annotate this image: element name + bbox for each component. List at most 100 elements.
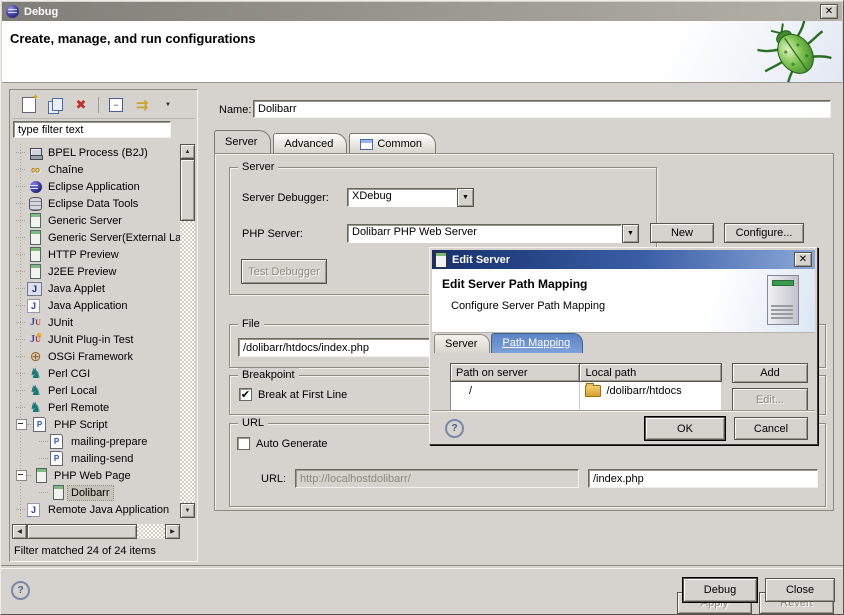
- dialog-button-bar: OK Cancel: [432, 410, 815, 444]
- tree-item-selected[interactable]: Dolibarr: [12, 484, 180, 501]
- php-server-select[interactable]: Dolibarr PHP Web Server: [347, 224, 639, 243]
- server-icon: [27, 264, 44, 280]
- cancel-button[interactable]: Cancel: [734, 417, 808, 440]
- chain-icon: [27, 162, 44, 178]
- dialog-tab-path-mapping[interactable]: Path Mapping: [491, 333, 583, 353]
- remote-java-icon: [27, 503, 40, 517]
- junit-plugin-icon: [27, 332, 44, 348]
- tree-item[interactable]: Eclipse Data Tools: [12, 195, 180, 212]
- tree-item[interactable]: Generic Server(External La: [12, 229, 180, 246]
- break-at-first-line-checkbox[interactable]: [239, 388, 252, 401]
- dialog-subheading: Configure Server Path Mapping: [451, 300, 605, 312]
- duplicate-configuration-icon[interactable]: [44, 95, 66, 115]
- test-debugger-button[interactable]: Test Debugger: [241, 259, 327, 284]
- collapse-all-icon[interactable]: [105, 95, 127, 115]
- url-path-input[interactable]: [588, 469, 818, 488]
- filter-input[interactable]: [13, 121, 171, 138]
- tab-advanced[interactable]: Advanced: [273, 133, 347, 153]
- scroll-up-icon[interactable]: ▲: [180, 144, 195, 159]
- configure-server-button[interactable]: Configure...: [724, 223, 804, 243]
- tree-item[interactable]: Java Applet: [12, 280, 180, 297]
- tree-item[interactable]: mailing-send: [12, 450, 180, 467]
- tree-item[interactable]: OSGi Framework: [12, 348, 180, 365]
- tree-item[interactable]: mailing-prepare: [12, 433, 180, 450]
- tree-item[interactable]: Perl CGI: [12, 365, 180, 382]
- bpel-process-icon: [27, 145, 44, 161]
- perl-camel-icon: [27, 383, 44, 399]
- collapse-expander-icon[interactable]: [16, 419, 27, 430]
- path-mapping-table[interactable]: Path on server Local path / /dolibarr/ht…: [450, 363, 722, 410]
- tree-item[interactable]: Eclipse Application: [12, 178, 180, 195]
- column-header-local-path[interactable]: Local path: [580, 364, 722, 382]
- scrollbar-thumb[interactable]: [27, 524, 137, 539]
- tree-item[interactable]: PHP Web Page: [12, 467, 180, 484]
- tree-item[interactable]: Perl Local: [12, 382, 180, 399]
- configuration-tabs: Server Advanced Common: [214, 133, 438, 153]
- server-icon: [27, 247, 44, 263]
- tree-vertical-scrollbar[interactable]: ▲ ▼: [180, 144, 195, 518]
- java-icon: [27, 299, 40, 313]
- tree-item[interactable]: JUnit: [12, 314, 180, 331]
- dialog-tab-server[interactable]: Server: [434, 334, 490, 353]
- window-titlebar[interactable]: Debug: [2, 2, 842, 21]
- server-debugger-select[interactable]: XDebug: [347, 188, 474, 207]
- edit-mapping-button[interactable]: Edit...: [732, 388, 808, 410]
- dialog-titlebar[interactable]: Edit Server: [432, 250, 815, 269]
- auto-generate-checkbox[interactable]: [237, 437, 250, 450]
- configurations-toolbar: [12, 92, 195, 119]
- tree-item[interactable]: Perl Remote: [12, 399, 180, 416]
- tree-item[interactable]: Generic Server: [12, 212, 180, 229]
- dialog-banner: Edit Server Path Mapping Configure Serve…: [432, 269, 815, 333]
- footer-separator: [1, 565, 843, 569]
- new-configuration-icon[interactable]: [18, 95, 40, 115]
- tree-item[interactable]: J2EE Preview: [12, 263, 180, 280]
- url-group-title: URL: [238, 416, 268, 430]
- server-group-title: Server: [238, 160, 278, 174]
- perl-camel-icon: [27, 400, 44, 416]
- view-menu-dropdown-icon[interactable]: [157, 95, 179, 115]
- path-mapping-content: Path on server Local path / /dolibarr/ht…: [432, 353, 815, 410]
- close-button[interactable]: Close: [765, 578, 835, 602]
- edit-server-dialog: Edit Server Edit Server Path Mapping Con…: [429, 247, 818, 445]
- dialog-tabs: Server Path Mapping: [434, 332, 584, 353]
- java-applet-icon: [27, 282, 42, 296]
- filter-match-status: Filter matched 24 of 24 items: [14, 545, 156, 557]
- tree-item[interactable]: Remote Java Application: [12, 501, 180, 518]
- tree-item[interactable]: Java Application: [12, 297, 180, 314]
- auto-generate-label: Auto Generate: [256, 438, 328, 450]
- base-url-input: [295, 469, 579, 488]
- window-close-button[interactable]: [820, 4, 838, 19]
- php-page-icon: [50, 434, 63, 449]
- debug-button[interactable]: Debug: [683, 578, 757, 602]
- scroll-left-icon[interactable]: ◀: [12, 524, 27, 539]
- debug-window: Debug Create, manage, and run configurat…: [0, 0, 844, 615]
- scroll-down-icon[interactable]: ▼: [180, 503, 195, 518]
- osgi-target-icon: [27, 349, 44, 365]
- tree-horizontal-scrollbar[interactable]: ◀ ▶: [12, 524, 180, 539]
- name-input[interactable]: [253, 100, 831, 118]
- tree-item[interactable]: PHP Script: [12, 416, 180, 433]
- new-server-button[interactable]: New: [650, 223, 714, 243]
- chevron-down-icon[interactable]: [622, 224, 639, 243]
- dialog-close-button[interactable]: [794, 252, 812, 267]
- help-icon[interactable]: [11, 581, 30, 600]
- collapse-expander-icon[interactable]: [16, 470, 27, 481]
- delete-configuration-icon[interactable]: [70, 95, 92, 115]
- scrollbar-thumb[interactable]: [180, 159, 195, 221]
- scroll-right-icon[interactable]: ▶: [165, 524, 180, 539]
- tree-item[interactable]: HTTP Preview: [12, 246, 180, 263]
- server-icon: [33, 468, 50, 484]
- column-header-path-on-server[interactable]: Path on server: [451, 364, 580, 382]
- tree-item[interactable]: Chaîne: [12, 161, 180, 178]
- help-icon[interactable]: [445, 419, 464, 438]
- table-row[interactable]: / /dolibarr/htdocs: [451, 382, 722, 400]
- add-mapping-button[interactable]: Add: [732, 363, 808, 383]
- ok-button[interactable]: OK: [645, 417, 725, 440]
- tab-common[interactable]: Common: [349, 133, 436, 153]
- database-icon: [27, 196, 44, 212]
- tab-server[interactable]: Server: [214, 130, 271, 153]
- filter-configurations-icon[interactable]: [131, 95, 153, 115]
- chevron-down-icon[interactable]: [457, 188, 474, 207]
- tree-item[interactable]: BPEL Process (B2J): [12, 144, 180, 161]
- tree-item[interactable]: JUnit Plug-in Test: [12, 331, 180, 348]
